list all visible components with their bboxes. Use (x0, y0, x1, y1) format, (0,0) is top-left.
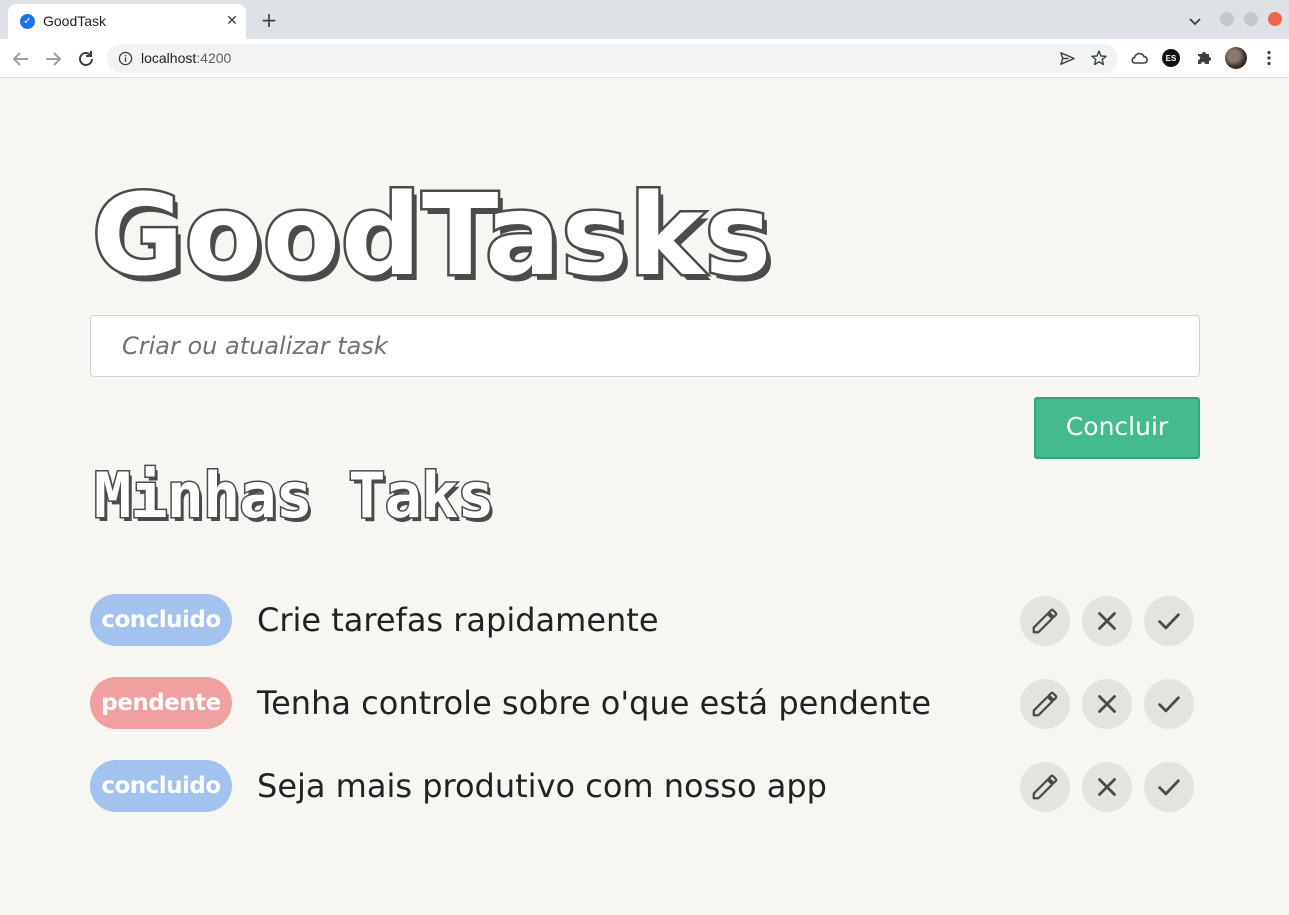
pencil-icon (1032, 608, 1058, 634)
address-bar[interactable]: localhost:4200 (107, 44, 1118, 73)
browser-tab-strip: ✓ GoodTask ✕ + (0, 0, 1289, 39)
close-icon (1098, 612, 1116, 630)
task-item: concluido Crie tarefas rapidamente (90, 594, 1200, 677)
minimize-window-button[interactable] (1220, 12, 1234, 26)
delete-button[interactable] (1082, 762, 1132, 812)
tab-search-chevron-icon[interactable] (1186, 12, 1204, 30)
task-text: Crie tarefas rapidamente (257, 601, 659, 639)
url-text: localhost:4200 (141, 50, 231, 66)
task-list: concluido Crie tarefas rapidamente pende… (90, 594, 1200, 843)
maximize-window-button[interactable] (1244, 12, 1258, 26)
complete-button[interactable] (1144, 762, 1194, 812)
status-badge: concluido (90, 594, 232, 646)
task-text: Seja mais produtivo com nosso app (257, 767, 827, 805)
check-icon (1158, 613, 1180, 630)
edit-button[interactable] (1020, 596, 1070, 646)
close-icon (1098, 778, 1116, 796)
submit-button[interactable]: Concluir (1034, 397, 1200, 459)
pencil-icon (1032, 691, 1058, 717)
status-badge: pendente (90, 677, 232, 729)
browser-toolbar: localhost:4200 ES (0, 39, 1289, 78)
edit-button[interactable] (1020, 762, 1070, 812)
site-info-icon[interactable] (118, 51, 133, 66)
check-icon (1158, 696, 1180, 713)
task-text: Tenha controle sobre o'que está pendente (257, 684, 932, 722)
new-tab-icon[interactable]: + (258, 9, 280, 31)
cloud-extension-icon[interactable] (1129, 48, 1149, 68)
back-arrow-icon[interactable] (9, 47, 33, 71)
forward-arrow-icon[interactable] (41, 47, 65, 71)
send-icon[interactable] (1059, 50, 1076, 67)
close-window-button[interactable] (1268, 12, 1282, 26)
complete-button[interactable] (1144, 596, 1194, 646)
reload-icon[interactable] (74, 47, 98, 71)
pencil-icon (1032, 774, 1058, 800)
tab-title: GoodTask (43, 13, 107, 29)
status-badge: concluido (90, 760, 232, 812)
es-extension-icon[interactable]: ES (1162, 49, 1180, 67)
check-icon (1158, 779, 1180, 796)
delete-button[interactable] (1082, 596, 1132, 646)
extensions-puzzle-icon[interactable] (1194, 48, 1214, 68)
edit-button[interactable] (1020, 679, 1070, 729)
task-input[interactable] (90, 315, 1200, 377)
task-item: pendente Tenha controle sobre o'que está… (90, 677, 1200, 760)
favicon-icon: ✓ (20, 14, 35, 29)
task-item: concluido Seja mais produtivo com nosso … (90, 760, 1200, 843)
profile-avatar[interactable] (1225, 47, 1247, 69)
browser-tab[interactable]: ✓ GoodTask ✕ (8, 4, 246, 39)
more-menu-icon[interactable] (1260, 49, 1278, 67)
close-icon (1098, 695, 1116, 713)
bookmark-star-icon[interactable] (1090, 49, 1108, 67)
url-port: :4200 (196, 50, 232, 66)
complete-button[interactable] (1144, 679, 1194, 729)
app-title: GoodTasks (89, 170, 773, 303)
section-title: Minhas Taks (93, 458, 497, 533)
url-host: localhost (141, 50, 197, 66)
delete-button[interactable] (1082, 679, 1132, 729)
close-tab-icon[interactable]: ✕ (223, 12, 241, 30)
